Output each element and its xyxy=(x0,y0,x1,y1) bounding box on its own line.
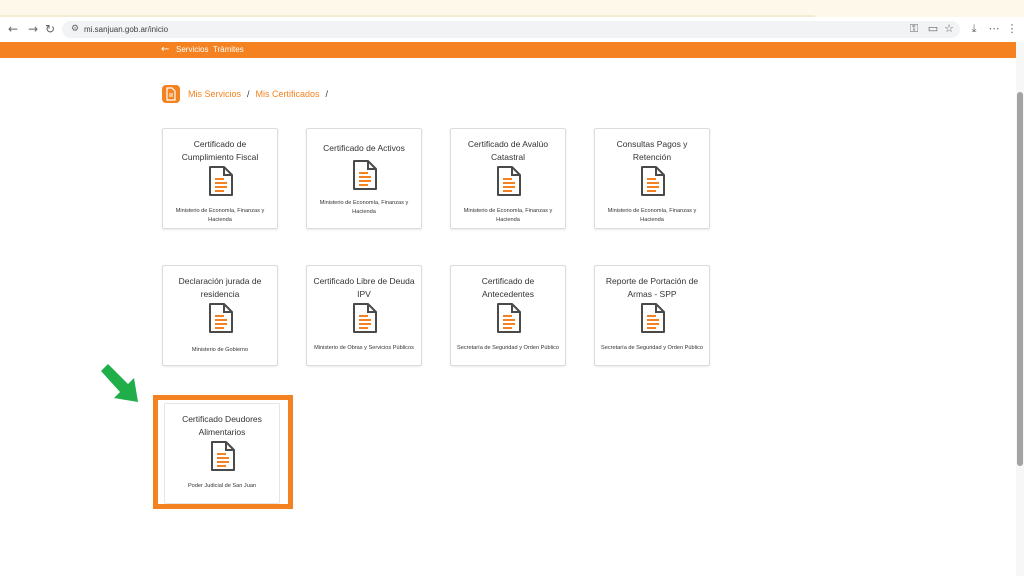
card-cumplimiento-fiscal[interactable]: Certificado de Cumplimiento Fiscal Minis… xyxy=(162,128,278,229)
header-section-label[interactable]: Trámites xyxy=(213,45,244,54)
card-org: Ministerio de Economía, Finanzas y Hacie… xyxy=(319,200,409,215)
breadcrumb-mis-certificados[interactable]: Mis Certificados xyxy=(256,89,320,99)
document-icon xyxy=(497,303,521,333)
forward-arrow-icon[interactable]: → xyxy=(25,21,41,37)
breadcrumb-mis-servicios[interactable]: Mis Servicios xyxy=(188,89,241,99)
card-activos[interactable]: Certificado de Activos Ministerio de Eco… xyxy=(306,128,422,229)
certificate-icon xyxy=(162,85,180,103)
card-title: Certificado de Avalúo Catastral xyxy=(467,139,549,162)
document-icon xyxy=(209,166,233,196)
scrollbar-thumb[interactable] xyxy=(1017,92,1023,466)
card-title: Reporte de Portación de Armas - SPP xyxy=(605,276,699,299)
breadcrumb-separator: / xyxy=(325,89,329,99)
back-arrow-icon[interactable]: ← xyxy=(161,43,169,57)
card-org: Poder Judicial de San Juan xyxy=(187,483,257,489)
document-icon xyxy=(211,441,235,471)
card-org: Ministerio de Economía, Finanzas y Hacie… xyxy=(175,208,265,223)
tab-strip xyxy=(0,0,1024,17)
reload-icon[interactable]: ↻ xyxy=(42,21,58,37)
card-libre-deuda-ipv[interactable]: Certificado Libre de Deuda IPV Ministeri… xyxy=(306,265,422,366)
card-title: Consultas Pagos y Retención xyxy=(616,139,688,162)
card-org: Secretaría de Seguridad y Orden Público xyxy=(457,345,559,351)
document-icon xyxy=(209,303,233,333)
site-header: ← Servicios Trámites xyxy=(0,42,1020,58)
breadcrumb: Mis Servicios / Mis Certificados / xyxy=(188,89,334,100)
install-app-icon[interactable]: ▭ xyxy=(925,21,941,37)
card-org: Ministerio de Gobierno xyxy=(191,347,249,353)
card-org: Ministerio de Obras y Servicios Públicos xyxy=(314,345,414,351)
browser-toolbar: ← → ↻ ⚙ mi.sanjuan.gob.ar/inicio ⚿ ▭ ☆ ⤓… xyxy=(0,17,1024,42)
green-arrow-icon xyxy=(101,364,138,402)
site-info-icon[interactable]: ⚙ xyxy=(68,22,82,36)
card-org: Ministerio de Economía, Finanzas y Hacie… xyxy=(463,208,553,223)
back-arrow-icon[interactable]: ← xyxy=(5,21,21,37)
document-icon xyxy=(641,166,665,196)
card-deudores-alimentarios[interactable]: Certificado Deudores Alimentarios Poder … xyxy=(164,403,280,504)
card-avaluo-catastral[interactable]: Certificado de Avalúo Catastral Minister… xyxy=(450,128,566,229)
card-title: Certificado de Cumplimiento Fiscal xyxy=(181,139,259,162)
card-declaracion-residencia[interactable]: Declaración jurada de residencia Ministe… xyxy=(162,265,278,366)
card-antecedentes[interactable]: Certificado de Antecedentes Secretaría d… xyxy=(450,265,566,366)
card-title: Certificado Libre de Deuda IPV xyxy=(313,276,415,299)
breadcrumb-separator: / xyxy=(247,89,250,99)
download-icon[interactable]: ⤓ xyxy=(966,21,982,37)
document-icon xyxy=(641,303,665,333)
card-title: Declaración jurada de residencia xyxy=(178,276,262,299)
document-icon xyxy=(353,160,377,190)
card-consultas-pagos[interactable]: Consultas Pagos y Retención Ministerio d… xyxy=(594,128,710,229)
star-icon[interactable]: ☆ xyxy=(941,21,957,37)
card-org: Secretaría de Seguridad y Orden Público xyxy=(601,345,703,351)
menu-icon[interactable]: ⋮ xyxy=(1004,21,1020,37)
header-back-label[interactable]: Servicios xyxy=(176,45,208,54)
card-org: Ministerio de Economía, Finanzas y Hacie… xyxy=(607,208,697,223)
extensions-icon[interactable]: ⋯ xyxy=(986,21,1002,37)
key-icon[interactable]: ⚿ xyxy=(906,21,922,37)
document-icon xyxy=(353,303,377,333)
document-icon xyxy=(497,166,521,196)
header-nav[interactable]: Servicios Trámites xyxy=(176,43,244,57)
card-portacion-armas[interactable]: Reporte de Portación de Armas - SPP Secr… xyxy=(594,265,710,366)
card-title: Certificado de Antecedentes xyxy=(481,276,535,299)
card-title: Certificado Deudores Alimentarios xyxy=(182,414,262,437)
url-text: mi.sanjuan.gob.ar/inicio xyxy=(84,25,169,34)
address-bar[interactable]: ⚙ mi.sanjuan.gob.ar/inicio xyxy=(62,21,960,38)
card-title: Certificado de Activos xyxy=(323,143,405,153)
